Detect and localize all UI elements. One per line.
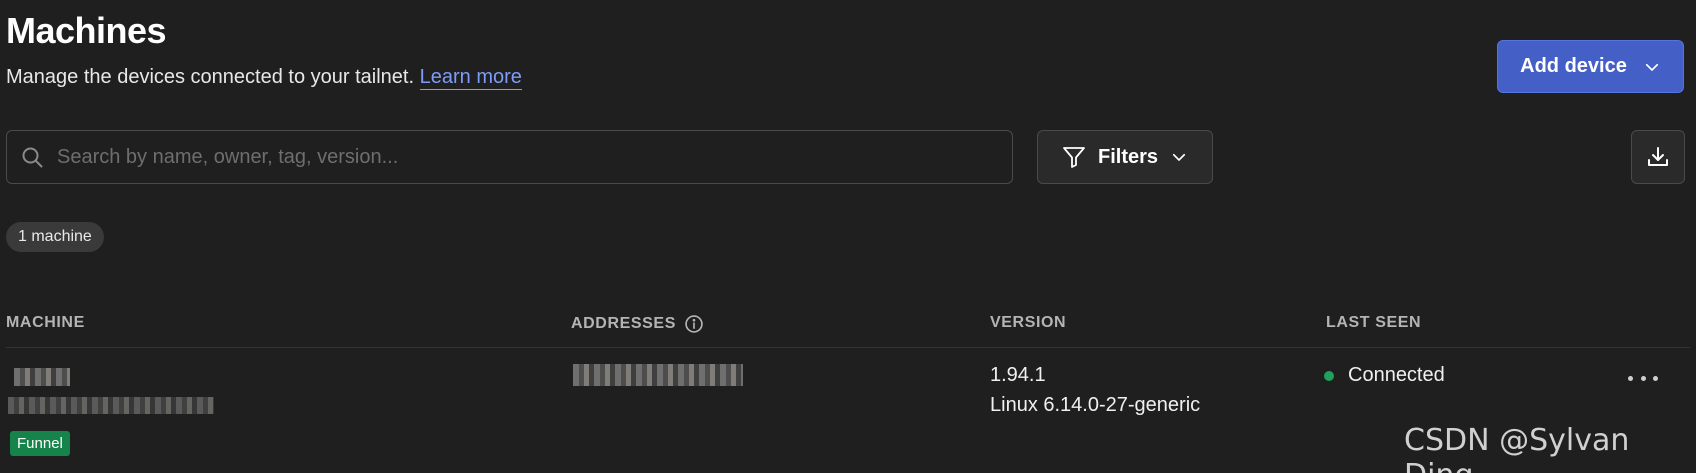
version-number: 1.94.1: [990, 364, 1046, 386]
connected-dot-icon: [1324, 370, 1334, 381]
ellipsis-dot: [1628, 375, 1633, 381]
column-header-label: MACHINE: [6, 314, 85, 331]
funnel-badge: Funnel: [10, 431, 70, 456]
machines-page: Machines Manage the devices connected to…: [0, 0, 1696, 473]
column-header-last-seen[interactable]: LAST SEEN: [1326, 314, 1421, 332]
add-device-button[interactable]: Add device: [1497, 40, 1684, 93]
addresses-redacted[interactable]: [573, 364, 743, 386]
column-header-label: ADDRESSES: [571, 315, 676, 332]
ellipsis-dot: [1653, 375, 1658, 381]
search-input[interactable]: [57, 131, 1012, 183]
chevron-down-icon: [1172, 153, 1186, 161]
chevron-down-icon: [1645, 63, 1658, 71]
column-header-machine[interactable]: MACHINE: [6, 314, 85, 332]
column-header-addresses[interactable]: ADDRESSES: [571, 314, 704, 334]
ellipsis-dot: [1640, 375, 1646, 381]
add-device-label: Add device: [1520, 55, 1627, 77]
filter-icon: [1063, 147, 1085, 168]
table-divider: [6, 347, 1690, 348]
status-indicator: Connected: [1324, 364, 1445, 387]
filters-label: Filters: [1097, 145, 1159, 168]
export-button[interactable]: [1631, 130, 1685, 184]
download-icon: [1648, 147, 1668, 166]
filters-button[interactable]: Filters: [1037, 130, 1213, 184]
info-icon[interactable]: [684, 314, 704, 334]
subtitle-text: Manage the devices connected to your tai…: [6, 66, 415, 88]
search-box: [6, 130, 1013, 184]
machine-owner-redacted: [8, 397, 214, 414]
machine-count-badge: 1 machine: [6, 222, 104, 252]
page-title: Machines: [6, 10, 167, 51]
os-version: Linux 6.14.0-27-generic: [990, 394, 1201, 416]
page-subtitle: Manage the devices connected to your tai…: [6, 66, 522, 90]
search-icon: [7, 145, 57, 169]
watermark: CSDN @Sylvan Ding: [1404, 423, 1630, 473]
status-text: Connected: [1348, 364, 1445, 386]
more-options-button[interactable]: [1628, 366, 1658, 390]
column-header-label: VERSION: [990, 314, 1067, 331]
column-header-version[interactable]: VERSION: [990, 314, 1066, 332]
learn-more-link[interactable]: Learn more: [419, 66, 522, 90]
column-header-label: LAST SEEN: [1326, 314, 1422, 331]
machine-name-redacted[interactable]: [14, 368, 70, 386]
